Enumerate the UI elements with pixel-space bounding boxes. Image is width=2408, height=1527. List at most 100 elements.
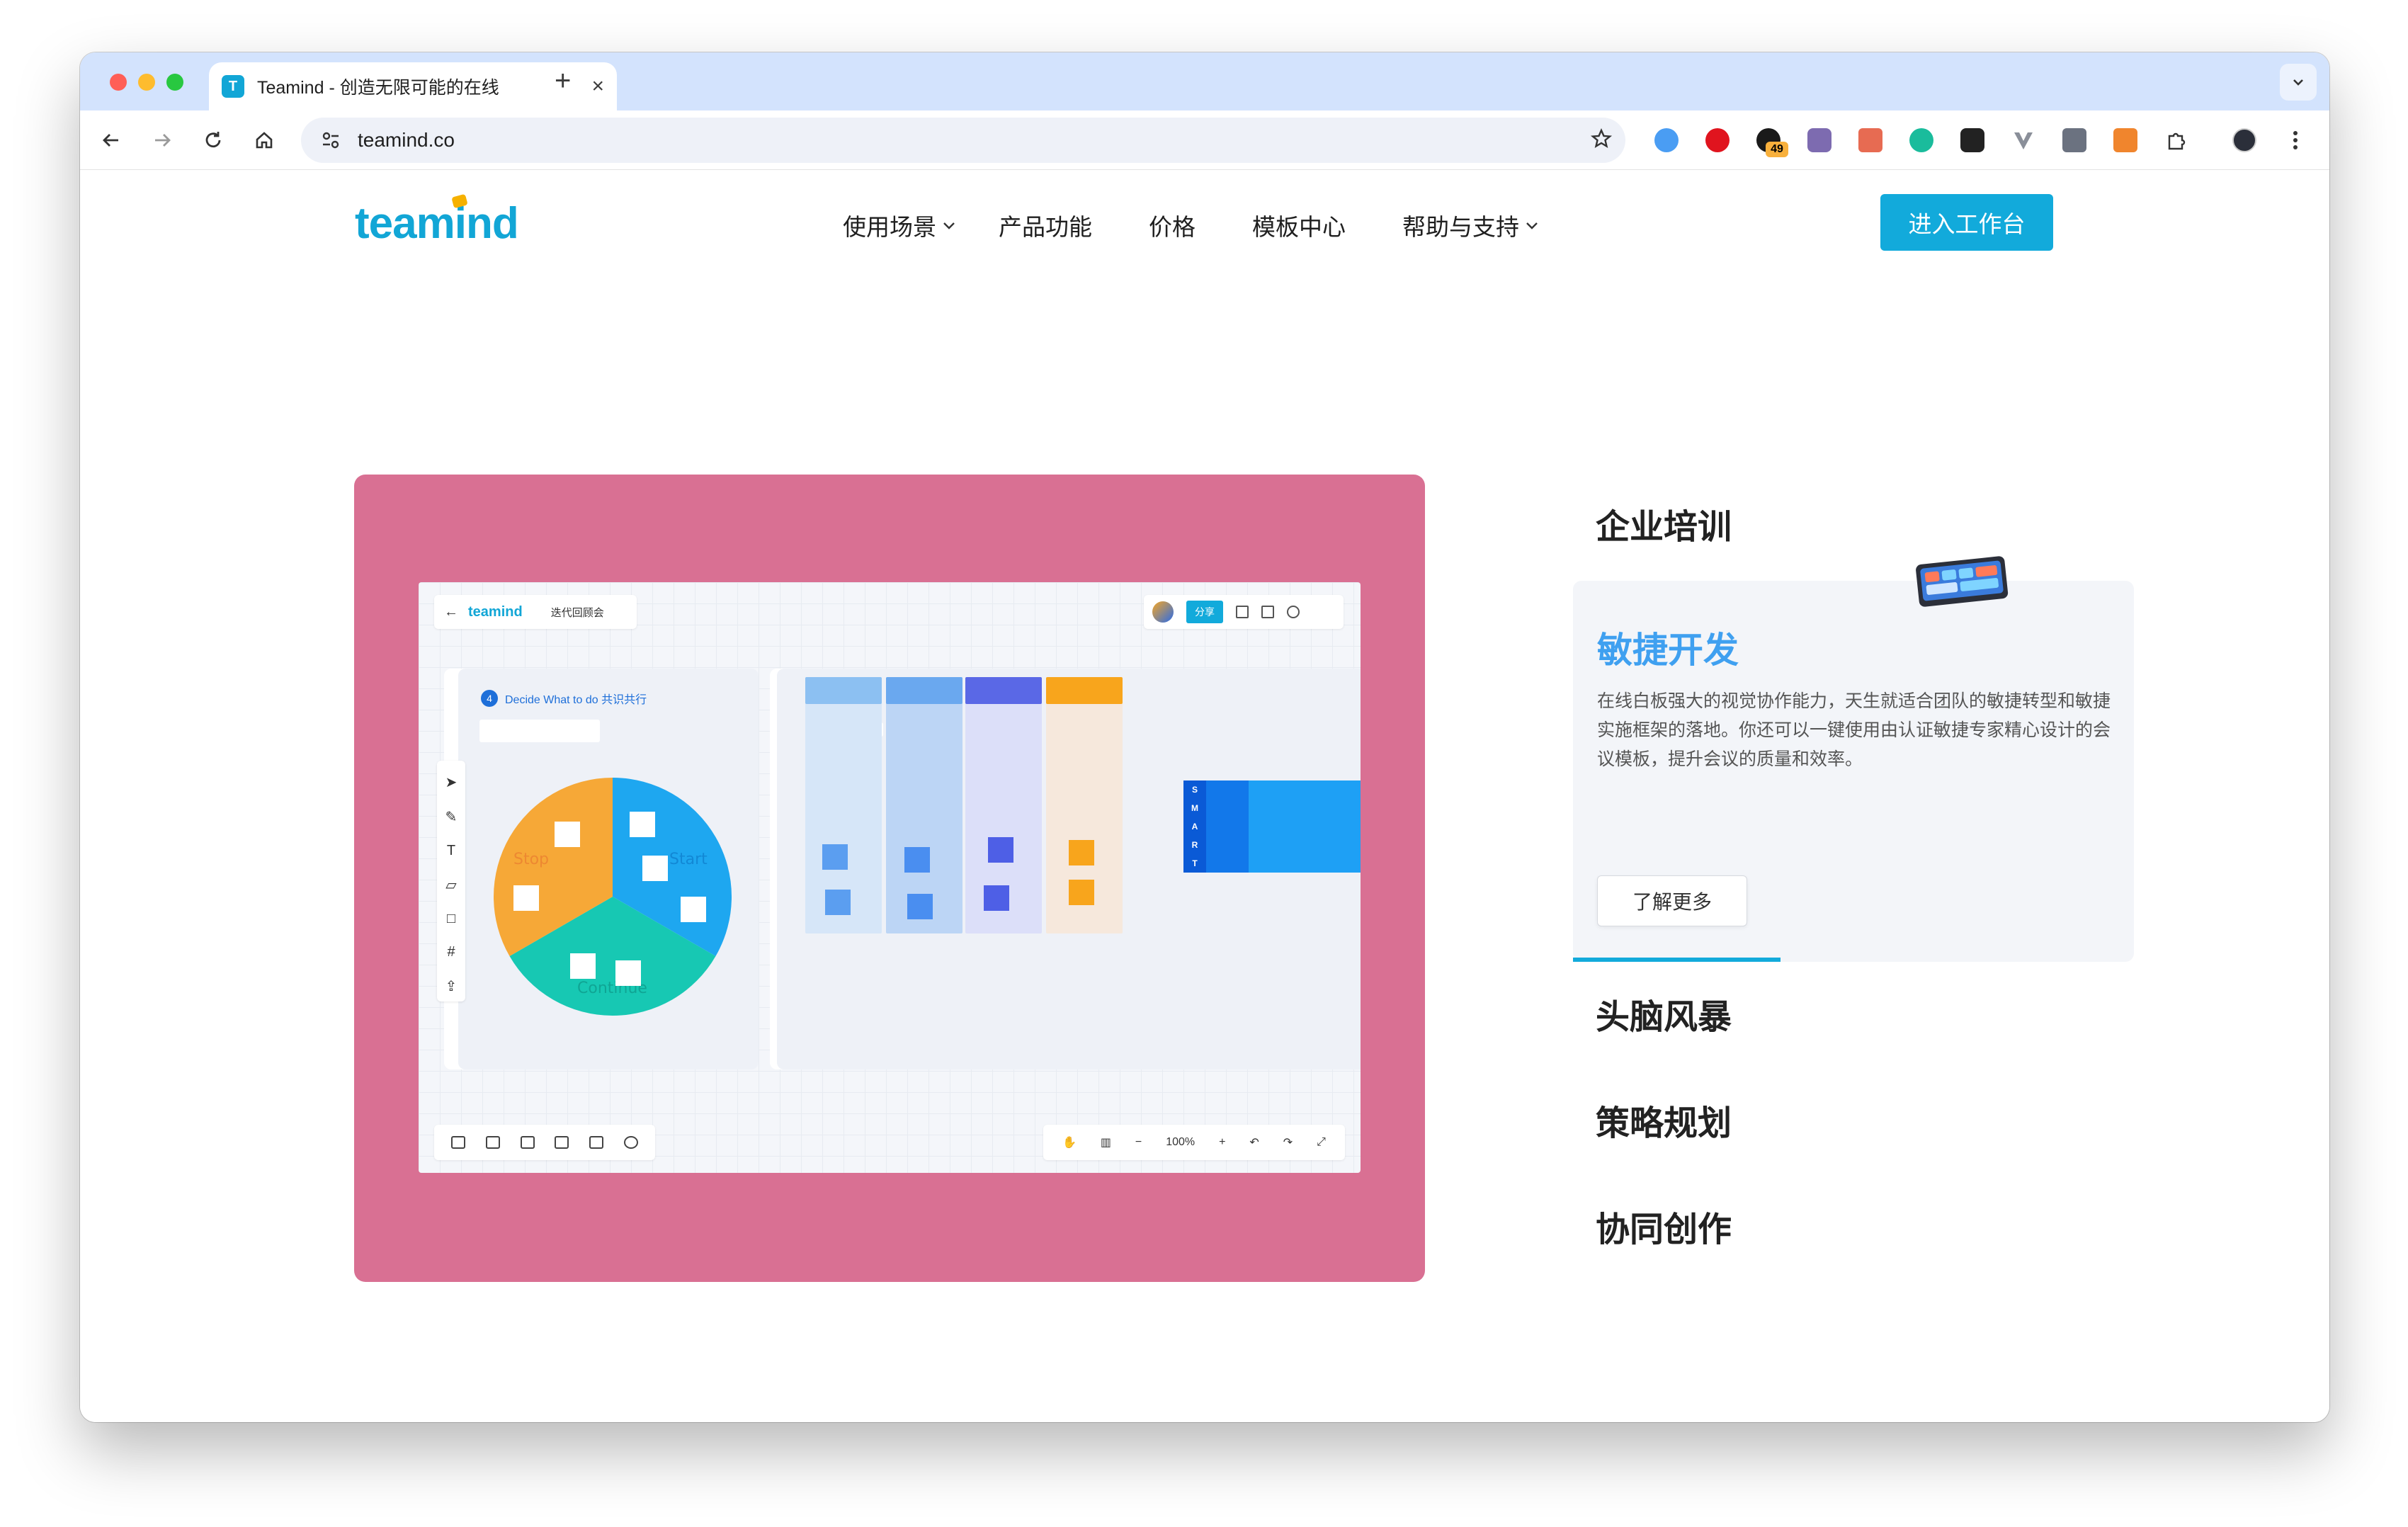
back-arrow-icon: ←	[444, 603, 458, 620]
frame-title-text: Decide What to do 共识共行	[505, 694, 647, 706]
nav-item-help[interactable]: 帮助与支持	[1402, 208, 1540, 242]
board-logo: teamind	[468, 603, 523, 620]
zoom-in-icon: +	[1219, 1136, 1226, 1148]
browser-toolbar: teamind.co 49	[80, 110, 2329, 170]
teamind-favicon-icon: T	[222, 75, 244, 98]
main-navigation: 使用场景 产品功能 价格 模板中心 帮助与支持	[843, 208, 1540, 242]
feature-item-training[interactable]: 企业培训	[1596, 499, 1732, 548]
redo-icon: ↷	[1283, 1137, 1293, 1149]
learn-more-button[interactable]: 了解更多	[1597, 875, 1747, 926]
extension-opera-icon[interactable]	[1702, 125, 1733, 156]
pen-icon: ✎	[445, 810, 458, 825]
kanban-column-header	[886, 677, 962, 704]
smart-letter: T	[1183, 854, 1206, 873]
extension-v-icon[interactable]	[2008, 125, 2039, 156]
nav-item-templates[interactable]: 模板中心	[1252, 208, 1346, 242]
enter-workspace-button[interactable]: 进入工作台	[1880, 194, 2053, 251]
browser-window: T Teamind - 创造无限可能的在线 × + teamind.co 49 …	[80, 52, 2329, 1422]
nav-label: 帮助与支持	[1402, 214, 1519, 240]
frame-icon: #	[447, 944, 455, 960]
feature-card-description: 在线白板强大的视觉协作能力，天生就适合团队的敏捷转型和敏捷实施框架的落地。你还可…	[1597, 691, 2111, 769]
undo-icon: ↶	[1249, 1137, 1259, 1149]
extension-game-icon[interactable]	[1957, 125, 1988, 156]
shape-icon: □	[446, 911, 456, 926]
present-icon	[485, 1136, 500, 1149]
pie-label-start: Start	[669, 851, 708, 868]
doc-icon	[1236, 606, 1249, 618]
kanban-card	[907, 894, 933, 919]
frame-title: 4 Decide What to do 共识共行	[481, 690, 647, 707]
share-button: 分享	[1186, 601, 1223, 623]
board-toolbar: ➤ ✎ T ▱ □ # ⇪	[437, 761, 465, 1001]
home-button[interactable]	[249, 125, 280, 156]
kanban-card	[988, 837, 1013, 863]
tab-title: Teamind - 创造无限可能的在线	[257, 78, 499, 98]
smart-letter: A	[1183, 817, 1206, 836]
smart-letter: M	[1183, 799, 1206, 817]
arrow-right-icon	[155, 134, 171, 147]
fullscreen-icon: ⤢	[1317, 1136, 1326, 1148]
tab-search-button[interactable]	[2280, 64, 2317, 101]
board-zoom-controls: ✋ ▥ − 100% + ↶ ↷ ⤢	[1043, 1125, 1345, 1160]
board-actions: 分享	[1144, 595, 1344, 629]
nav-item-features[interactable]: 产品功能	[999, 208, 1092, 242]
teamind-logo[interactable]: teamind	[355, 198, 519, 249]
kanban-card	[904, 847, 930, 873]
extension-tree-icon[interactable]	[1855, 125, 1886, 156]
url-text: teamind.co	[358, 129, 455, 151]
extension-fox-icon[interactable]	[2110, 125, 2141, 156]
feature-item-cocreate[interactable]: 协同创作	[1596, 1201, 1732, 1251]
timer-icon	[623, 1136, 638, 1149]
smart-table: S M A R T	[1183, 780, 1361, 873]
nav-item-pricing[interactable]: 价格	[1149, 208, 1196, 242]
maximize-window-button[interactable]	[166, 74, 183, 91]
site-settings-icon[interactable]	[317, 126, 345, 154]
extension-badge-icon[interactable]: 49	[1753, 125, 1788, 157]
whiteboard-screenshot: ← teamind 迭代回顾会 分享 4 Decide What to do 共…	[419, 582, 1361, 1173]
zoom-level: 100%	[1166, 1136, 1196, 1148]
feature-item-brainstorm[interactable]: 头脑风暴	[1596, 989, 1732, 1038]
pie-label-stop: Stop	[513, 851, 549, 868]
address-bar[interactable]: teamind.co	[301, 118, 1625, 163]
extension-bird-icon[interactable]	[1651, 125, 1682, 156]
nav-item-scenarios[interactable]: 使用场景	[843, 208, 958, 242]
text-icon: T	[446, 843, 456, 858]
kanban-card	[1069, 840, 1094, 865]
profile-avatar[interactable]	[2229, 125, 2260, 156]
list-icon	[1261, 606, 1274, 618]
cursor-icon: ➤	[445, 775, 458, 790]
kanban-column-header	[805, 677, 882, 704]
sticky-note-icon: ▱	[445, 878, 457, 893]
back-button[interactable]	[96, 125, 127, 156]
nav-label: 模板中心	[1252, 214, 1346, 240]
video-icon	[451, 1136, 466, 1149]
close-tab-icon[interactable]: ×	[591, 74, 604, 98]
bookmark-star-icon[interactable]	[1590, 127, 1613, 154]
new-tab-icon[interactable]: +	[555, 65, 571, 97]
browser-menu-icon[interactable]	[2280, 125, 2311, 156]
minimize-window-button[interactable]	[138, 74, 155, 91]
extension-cat-icon[interactable]	[1804, 125, 1835, 156]
smart-letter: R	[1183, 836, 1206, 854]
reload-button[interactable]	[198, 125, 229, 156]
kanban-card	[825, 890, 851, 915]
extension-m-icon[interactable]	[1906, 125, 1937, 156]
extension-z-icon[interactable]	[2059, 125, 2090, 156]
close-window-button[interactable]	[110, 74, 127, 91]
chevron-down-icon	[1526, 222, 1538, 229]
feature-card-title: 敏捷开发	[1597, 630, 1739, 670]
home-icon	[256, 132, 273, 149]
collaborator-avatar	[1152, 601, 1174, 623]
kanban-card	[822, 844, 848, 870]
kanban-card	[1069, 880, 1094, 905]
forward-button[interactable]	[147, 125, 178, 156]
hand-icon: ✋	[1062, 1137, 1077, 1149]
frame-note	[479, 720, 600, 742]
kanban-column-header	[965, 677, 1042, 704]
settings-icon	[1287, 606, 1300, 618]
zoom-out-icon: −	[1135, 1136, 1142, 1148]
smart-letter: S	[1183, 780, 1206, 799]
feature-item-strategy[interactable]: 策略规划	[1596, 1095, 1732, 1145]
extensions-puzzle-icon[interactable]	[2161, 125, 2192, 156]
web-page: teamind 使用场景 产品功能 价格 模板中心 帮助与支持 进入工作台 ← …	[80, 170, 2329, 1422]
